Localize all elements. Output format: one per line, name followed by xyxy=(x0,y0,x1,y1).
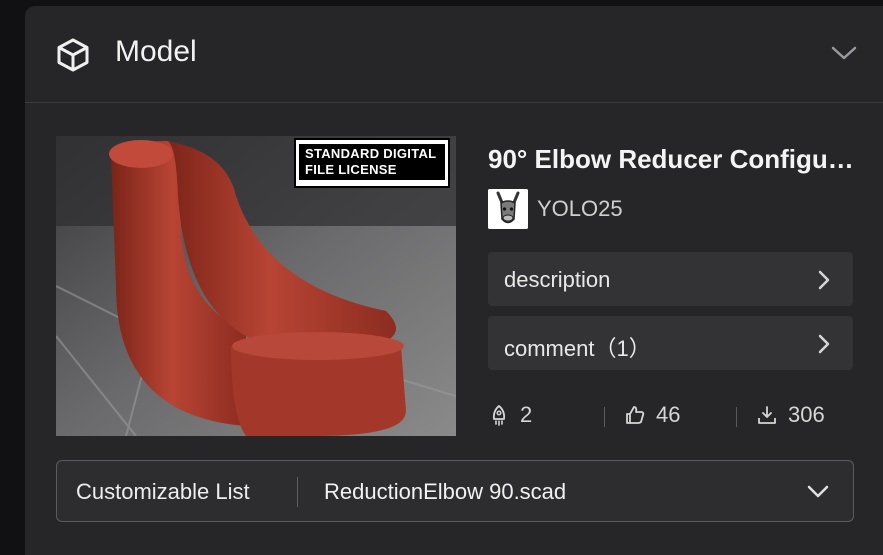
customizable-list-label: Customizable List xyxy=(76,479,250,504)
chevron-down-icon xyxy=(807,485,829,498)
chevron-right-icon xyxy=(818,334,830,354)
author-name[interactable]: YOLO25 xyxy=(537,196,623,222)
donkey-avatar-icon xyxy=(488,189,528,229)
model-title[interactable]: 90° Elbow Reducer Configurable xyxy=(488,144,863,175)
download-count: 306 xyxy=(788,402,825,427)
chevron-up-icon[interactable] xyxy=(831,44,857,62)
stat-divider xyxy=(604,407,605,427)
selected-file: ReductionElbow 90.scad xyxy=(324,479,567,504)
customizable-list-select[interactable]: Customizable List ReductionElbow 90.scad xyxy=(56,460,854,522)
comment-row[interactable]: comment（1） xyxy=(488,316,853,370)
download-icon xyxy=(758,406,776,424)
model-thumbnail[interactable]: STANDARD DIGITAL FILE LICENSE xyxy=(56,136,456,436)
stat-divider xyxy=(736,407,737,427)
boost-count: 2 xyxy=(520,402,533,427)
model-panel: Model STANDARD DIGITAL FILE LICENSE 90° … xyxy=(25,6,883,555)
like-stat[interactable]: 46 xyxy=(624,402,680,428)
boost-stat[interactable]: 2 xyxy=(488,402,532,428)
chevron-right-icon xyxy=(818,270,830,290)
stats-bar: 2 46 306 xyxy=(488,402,868,432)
license-line-1: STANDARD DIGITAL xyxy=(305,146,437,161)
comment-label: comment（1） xyxy=(504,336,651,361)
thumbs-up-icon xyxy=(626,406,645,424)
avatar[interactable] xyxy=(488,189,528,229)
description-label: description xyxy=(504,267,611,292)
panel-header[interactable]: Model xyxy=(25,6,883,103)
cube-icon xyxy=(57,38,89,72)
rocket-boost-icon xyxy=(492,405,506,426)
description-row[interactable]: description xyxy=(488,252,853,306)
select-divider xyxy=(297,477,298,507)
panel-title: Model xyxy=(115,35,197,68)
license-badge: STANDARD DIGITAL FILE LICENSE xyxy=(294,138,450,188)
download-stat[interactable]: 306 xyxy=(756,402,825,428)
like-count: 46 xyxy=(656,402,681,427)
license-line-2: FILE LICENSE xyxy=(305,162,397,177)
